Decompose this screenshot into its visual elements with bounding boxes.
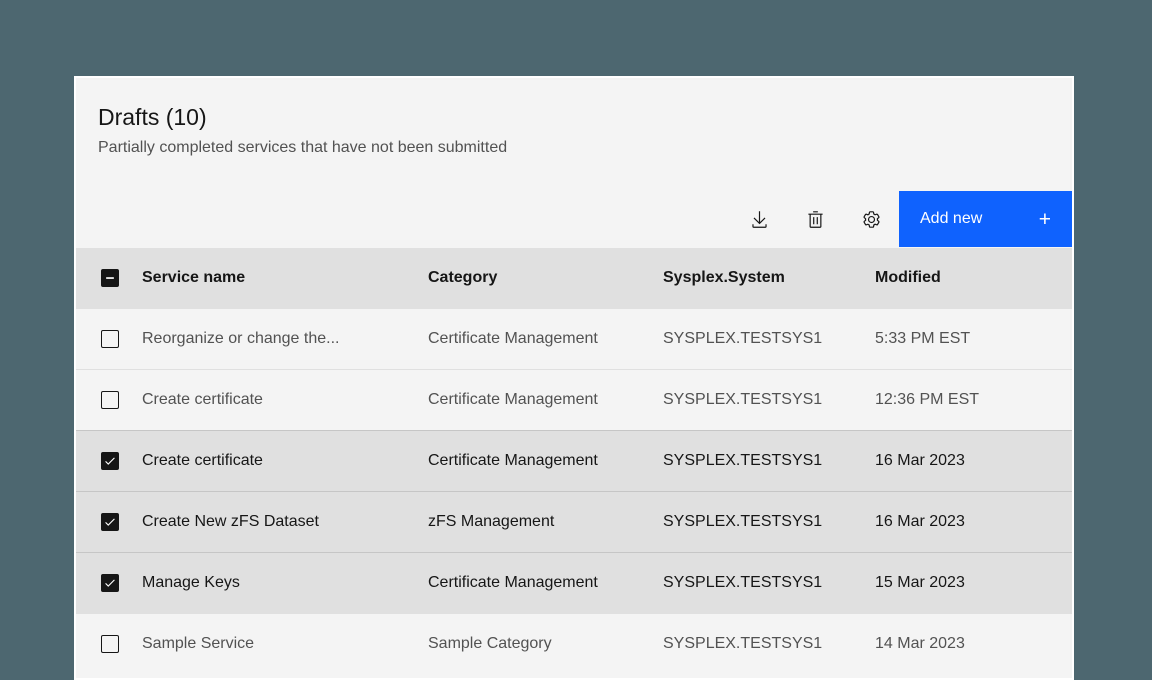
cell-category: Certificate Management: [428, 452, 663, 470]
settings-button[interactable]: [843, 191, 899, 247]
drafts-table: Service name Category Sysplex.System Mod…: [76, 248, 1072, 674]
row-checkbox-cell: [76, 452, 142, 470]
row-checkbox[interactable]: [101, 330, 119, 348]
header-category: Category: [428, 269, 663, 287]
row-checkbox[interactable]: [101, 574, 119, 592]
indeterminate-minus-icon: [103, 271, 117, 285]
row-checkbox[interactable]: [101, 513, 119, 531]
delete-button[interactable]: [787, 191, 843, 247]
cell-service-name: Manage Keys: [142, 574, 428, 592]
checkmark-icon: [103, 515, 117, 529]
drafts-panel: Drafts (10) Partially completed services…: [74, 76, 1074, 680]
page-subtitle: Partially completed services that have n…: [98, 137, 1050, 159]
table-toolbar: Add new +: [76, 191, 1072, 247]
cell-category: zFS Management: [428, 513, 663, 531]
cell-modified: 14 Mar 2023: [875, 635, 1072, 653]
cell-sysplex-system: SYSPLEX.TESTSYS1: [663, 513, 875, 531]
table-row[interactable]: Create certificate Certificate Managemen…: [76, 369, 1072, 430]
header-checkbox-cell: [76, 269, 142, 287]
cell-modified: 16 Mar 2023: [875, 513, 1072, 531]
table-row[interactable]: Manage Keys Certificate Management SYSPL…: [76, 552, 1072, 613]
checkmark-icon: [103, 454, 117, 468]
cell-modified: 16 Mar 2023: [875, 452, 1072, 470]
row-checkbox-cell: [76, 391, 142, 409]
table-row[interactable]: Reorganize or change the... Certificate …: [76, 308, 1072, 369]
cell-sysplex-system: SYSPLEX.TESTSYS1: [663, 452, 875, 470]
cell-category: Sample Category: [428, 635, 663, 653]
gear-icon: [862, 210, 881, 229]
cell-modified: 5:33 PM EST: [875, 330, 1072, 348]
row-checkbox[interactable]: [101, 635, 119, 653]
table-row[interactable]: Create New zFS Dataset zFS Management SY…: [76, 491, 1072, 552]
cell-sysplex-system: SYSPLEX.TESTSYS1: [663, 330, 875, 348]
cell-service-name: Create New zFS Dataset: [142, 513, 428, 531]
page-title: Drafts (10): [98, 102, 1050, 132]
cell-modified: 12:36 PM EST: [875, 391, 1072, 409]
table-header-row: Service name Category Sysplex.System Mod…: [76, 248, 1072, 308]
row-checkbox[interactable]: [101, 391, 119, 409]
trash-icon: [806, 210, 825, 229]
header-modified: Modified: [875, 269, 1072, 287]
panel-header: Drafts (10) Partially completed services…: [76, 78, 1072, 159]
row-checkbox-cell: [76, 330, 142, 348]
cell-category: Certificate Management: [428, 574, 663, 592]
add-new-label: Add new: [920, 210, 982, 228]
download-icon: [750, 210, 769, 229]
cell-modified: 15 Mar 2023: [875, 574, 1072, 592]
cell-sysplex-system: SYSPLEX.TESTSYS1: [663, 574, 875, 592]
table-row[interactable]: Sample Service Sample Category SYSPLEX.T…: [76, 613, 1072, 674]
table-row[interactable]: Create certificate Certificate Managemen…: [76, 430, 1072, 491]
download-button[interactable]: [731, 191, 787, 247]
cell-sysplex-system: SYSPLEX.TESTSYS1: [663, 391, 875, 409]
table-body: Reorganize or change the... Certificate …: [76, 308, 1072, 674]
add-new-button[interactable]: Add new +: [899, 191, 1072, 247]
row-checkbox-cell: [76, 635, 142, 653]
select-all-checkbox[interactable]: [101, 269, 119, 287]
header-sysplex-system: Sysplex.System: [663, 269, 875, 287]
checkmark-icon: [103, 576, 117, 590]
header-service-name: Service name: [142, 269, 428, 287]
plus-icon: +: [1039, 209, 1051, 230]
cell-service-name: Create certificate: [142, 391, 428, 409]
cell-service-name: Create certificate: [142, 452, 428, 470]
cell-service-name: Reorganize or change the...: [142, 330, 428, 348]
row-checkbox-cell: [76, 513, 142, 531]
row-checkbox-cell: [76, 574, 142, 592]
cell-service-name: Sample Service: [142, 635, 428, 653]
row-checkbox[interactable]: [101, 452, 119, 470]
cell-category: Certificate Management: [428, 391, 663, 409]
cell-sysplex-system: SYSPLEX.TESTSYS1: [663, 635, 875, 653]
cell-category: Certificate Management: [428, 330, 663, 348]
